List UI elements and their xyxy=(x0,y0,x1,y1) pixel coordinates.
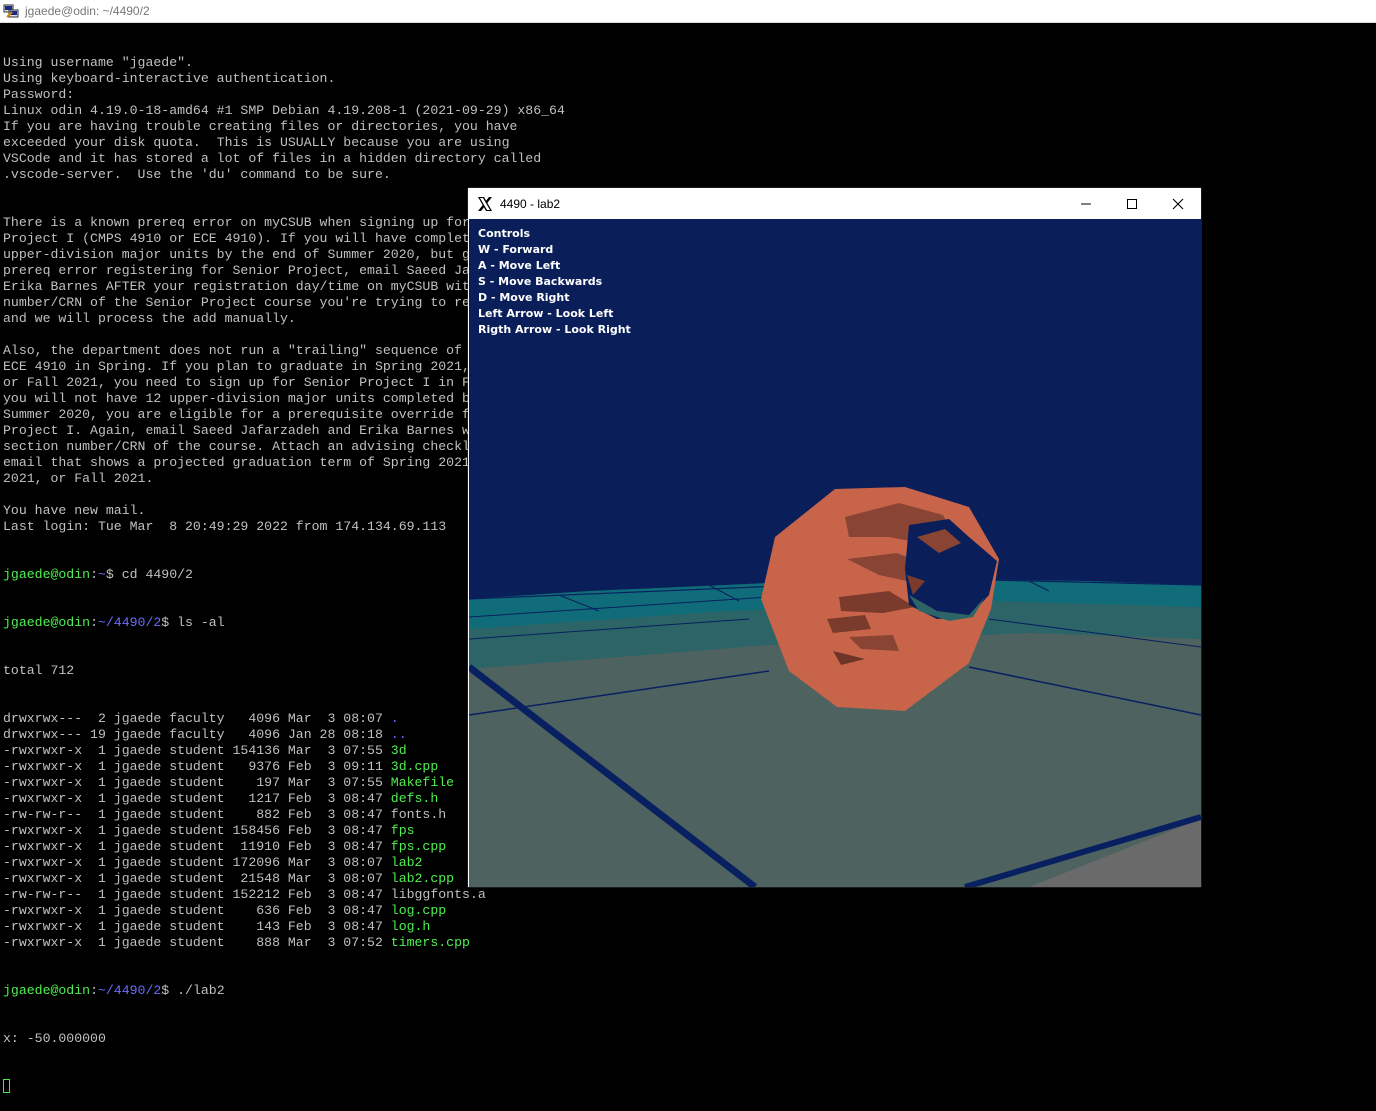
file-meta: -rw-rw-r-- 1 jgaede student 882 Feb 3 08… xyxy=(3,807,391,822)
command-text: cd 4490/2 xyxy=(121,567,193,582)
program-output: x: -50.000000 xyxy=(3,1031,106,1046)
file-meta: -rwxrwxr-x 1 jgaede student 154136 Mar 3… xyxy=(3,743,391,758)
lab2-window[interactable]: 4490 - lab2 Controls W - Forward A - Mov… xyxy=(468,188,1201,887)
file-meta: -rwxrwxr-x 1 jgaede student 9376 Feb 3 0… xyxy=(3,759,391,774)
motd-line: Password: xyxy=(3,87,75,102)
prompt-user: jgaede@odin xyxy=(3,567,91,582)
file-name: 3d xyxy=(390,743,407,758)
file-name: .. xyxy=(390,727,407,742)
controls-heading: Controls xyxy=(478,227,531,240)
file-row: -rwxrwxr-x 1 jgaede student 636 Feb 3 08… xyxy=(3,903,1373,919)
file-name: timers.cpp xyxy=(390,935,470,950)
lab2-window-title: 4490 - lab2 xyxy=(500,196,561,211)
file-name: 3d.cpp xyxy=(390,759,439,774)
prompt-user: jgaede@odin xyxy=(3,983,91,998)
file-meta: -rwxrwxr-x 1 jgaede student 888 Mar 3 07… xyxy=(3,935,391,950)
prompt-line: jgaede@odin:~/4490/2$ ./lab2 xyxy=(3,983,225,998)
file-name: fps.cpp xyxy=(390,839,447,854)
putty-icon[interactable] xyxy=(3,3,19,19)
maximize-icon xyxy=(1127,198,1137,209)
terminal-cursor xyxy=(3,1079,10,1093)
file-name: fps xyxy=(390,823,415,838)
file-meta: -rwxrwxr-x 1 jgaede student 158456 Feb 3… xyxy=(3,823,391,838)
file-meta: -rwxrwxr-x 1 jgaede student 21548 Mar 3 … xyxy=(3,871,391,886)
motd-line: Using username "jgaede". xyxy=(3,55,193,70)
file-meta: -rwxrwxr-x 1 jgaede student 143 Feb 3 08… xyxy=(3,919,391,934)
file-name: defs.h xyxy=(390,791,439,806)
control-item: Rigth Arrow - Look Right xyxy=(478,323,631,336)
prompt-path: ~ xyxy=(97,567,106,582)
control-item: S - Move Backwards xyxy=(478,275,603,288)
motd-line: exceeded your disk quota. This is USUALL… xyxy=(3,135,510,150)
controls-list: W - Forward A - Move Left S - Move Backwar… xyxy=(478,242,631,338)
prompt-path: ~/4490/2 xyxy=(97,983,162,998)
motd-line: Using keyboard-interactive authenticatio… xyxy=(3,71,336,86)
control-item: W - Forward xyxy=(478,243,554,256)
file-name: lab2.cpp xyxy=(390,871,455,886)
file-row: -rwxrwxr-x 1 jgaede student 888 Mar 3 07… xyxy=(3,935,1373,951)
control-item: A - Move Left xyxy=(478,259,561,272)
command-text: ./lab2 xyxy=(177,983,225,998)
motd-line: .vscode-server. Use the 'du' command to … xyxy=(3,167,391,182)
close-icon xyxy=(1172,198,1184,209)
file-meta: -rwxrwxr-x 1 jgaede student 197 Mar 3 07… xyxy=(3,775,391,790)
motd-line: Linux odin 4.19.0-18-amd64 #1 SMP Debian… xyxy=(3,103,565,118)
close-button[interactable] xyxy=(1155,188,1201,219)
control-item: D - Move Right xyxy=(478,291,570,304)
window-title: jgaede@odin: ~/4490/2 xyxy=(25,4,150,18)
render-viewport[interactable]: Controls W - Forward A - Move Left S - Mov… xyxy=(469,219,1201,887)
control-item: Left Arrow - Look Left xyxy=(478,307,614,320)
x-icon[interactable] xyxy=(476,195,494,213)
putty-titlebar[interactable]: jgaede@odin: ~/4490/2 xyxy=(0,0,1376,23)
minimize-icon xyxy=(1081,203,1091,204)
motd-line: VSCode and it has stored a lot of files … xyxy=(3,151,542,166)
file-row: -rwxrwxr-x 1 jgaede student 143 Feb 3 08… xyxy=(3,919,1373,935)
file-name: log.cpp xyxy=(390,903,447,918)
motd-line: If you are having trouble creating files… xyxy=(3,119,518,134)
file-name: Makefile xyxy=(390,775,455,790)
file-meta: -rwxrwxr-x 1 jgaede student 11910 Feb 3 … xyxy=(3,839,391,854)
file-meta: drwxrwx--- 19 jgaede faculty 4096 Jan 28… xyxy=(3,727,391,742)
lab2-titlebar[interactable]: 4490 - lab2 xyxy=(468,188,1201,219)
prompt-path: ~/4490/2 xyxy=(97,615,162,630)
file-meta: -rwxrwxr-x 1 jgaede student 1217 Feb 3 0… xyxy=(3,791,391,806)
file-name: libggfonts.a xyxy=(390,887,486,902)
file-name: lab2 xyxy=(390,855,423,870)
file-name: log.h xyxy=(390,919,431,934)
file-row: -rw-rw-r-- 1 jgaede student 152212 Feb 3… xyxy=(3,887,1373,903)
minimize-button[interactable] xyxy=(1063,188,1109,219)
file-meta: -rwxrwxr-x 1 jgaede student 636 Feb 3 08… xyxy=(3,903,391,918)
file-name: . xyxy=(390,711,399,726)
controls-overlay: Controls W - Forward A - Move Left S - Mov… xyxy=(478,226,631,338)
file-meta: drwxrwx--- 2 jgaede faculty 4096 Mar 3 0… xyxy=(3,711,391,726)
maximize-button[interactable] xyxy=(1109,188,1155,219)
prompt-user: jgaede@odin xyxy=(3,615,91,630)
command-text: ls -al xyxy=(177,615,225,630)
file-meta: -rwxrwxr-x 1 jgaede student 172096 Mar 3… xyxy=(3,855,391,870)
file-meta: -rw-rw-r-- 1 jgaede student 152212 Feb 3… xyxy=(3,887,391,902)
file-name: fonts.h xyxy=(390,807,447,822)
